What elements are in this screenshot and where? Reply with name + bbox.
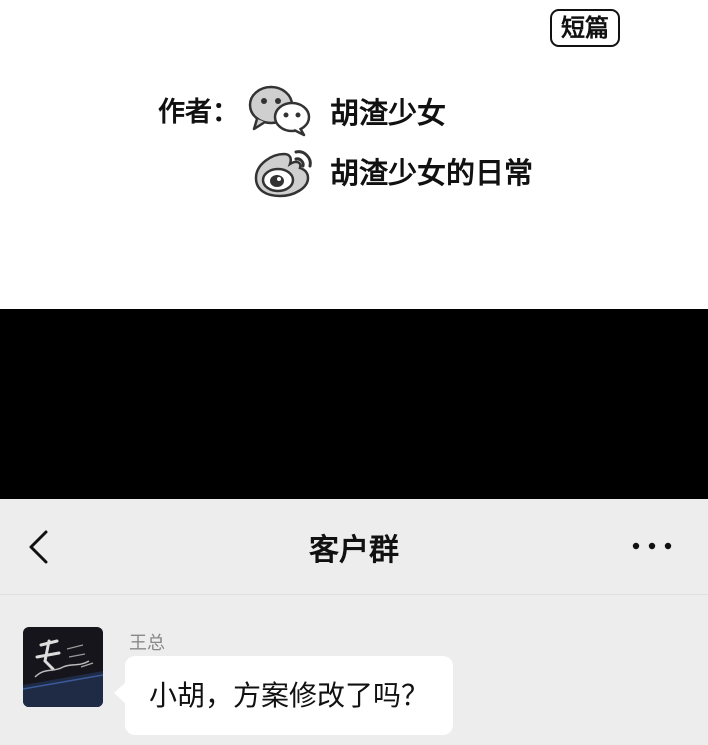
weibo-icon (254, 150, 312, 198)
tag-badge: 短篇 (550, 9, 620, 47)
chat-screen: 客户群 王总 小胡，方案修改了吗？ (0, 499, 708, 745)
avatar[interactable] (23, 627, 103, 707)
wechat-icon (248, 85, 311, 137)
chat-title: 客户群 (309, 533, 399, 568)
author-label: 作者： (158, 97, 239, 128)
wechat-account-name: 胡渣少女 (330, 96, 447, 130)
weibo-account-name: 胡渣少女的日常 (330, 156, 534, 190)
message-bubble[interactable]: 小胡，方案修改了吗？ (125, 656, 454, 735)
more-dots-icon[interactable] (630, 539, 674, 553)
black-band (0, 309, 708, 499)
chat-header: 客户群 (0, 499, 708, 595)
message-sender: 王总 (129, 633, 165, 654)
